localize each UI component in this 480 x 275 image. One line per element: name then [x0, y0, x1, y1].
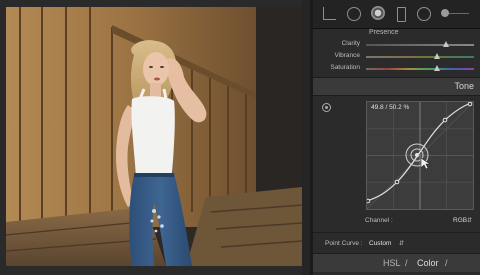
brush-slider-knob[interactable] [441, 9, 449, 17]
vibrance-slider-row: Vibrance [313, 52, 480, 62]
radial-filter-icon[interactable] [417, 7, 431, 21]
point-curve-dropdown-arrow-icon[interactable]: ⇵ [399, 240, 404, 247]
vibrance-label: Vibrance [334, 52, 360, 59]
clarity-slider-track[interactable] [366, 41, 474, 47]
vibrance-slider-track[interactable] [366, 53, 474, 59]
presence-section-title: Presence [369, 29, 399, 36]
develop-right-panel: Presence Clarity Vibrance Saturation Ton… [313, 0, 480, 275]
point-curve-select[interactable]: Custom [369, 240, 391, 247]
tone-curve-panel-header[interactable]: Tone [313, 77, 480, 96]
lightroom-develop-window: Presence Clarity Vibrance Saturation Ton… [0, 0, 480, 275]
saturation-slider-row: Saturation [313, 64, 480, 74]
graduated-filter-icon[interactable] [397, 7, 406, 22]
tool-strip [313, 0, 480, 29]
photo-frame-edge [302, 0, 310, 275]
clarity-slider-thumb[interactable] [442, 41, 449, 47]
channel-dropdown-arrow-icon[interactable]: ⇵ [467, 217, 472, 224]
tab-hsl[interactable]: HSL [383, 258, 401, 268]
panel-divider-line [313, 232, 480, 233]
vibrance-slider-thumb[interactable] [434, 53, 441, 59]
saturation-slider-track[interactable] [366, 65, 474, 71]
tab-separator-2: / [445, 258, 448, 268]
targeted-adjustment-icon[interactable] [322, 103, 331, 112]
curve-value-readout: 49.8 / 50.2 % [371, 104, 410, 111]
hsl-panel-header: HSL / Color / [313, 253, 480, 272]
crop-icon[interactable] [323, 7, 336, 20]
channel-label: Channel : [365, 217, 393, 224]
tone-curve-graph[interactable]: 49.8 / 50.2 % [366, 101, 474, 210]
point-curve-label: Point Curve : [325, 240, 363, 247]
red-eye-icon[interactable] [371, 6, 385, 20]
channel-select[interactable]: RGB [453, 217, 467, 224]
spot-removal-icon[interactable] [347, 7, 361, 21]
saturation-slider-thumb[interactable] [434, 65, 441, 71]
photo-preview[interactable] [6, 7, 302, 266]
clarity-slider-row: Clarity [313, 40, 480, 50]
tab-separator: / [405, 258, 408, 268]
saturation-label: Saturation [330, 64, 360, 71]
clarity-label: Clarity [341, 40, 360, 47]
tone-curve-title: Tone [454, 81, 474, 91]
photo-canvas-area [0, 0, 310, 275]
tab-color[interactable]: Color [417, 258, 439, 268]
